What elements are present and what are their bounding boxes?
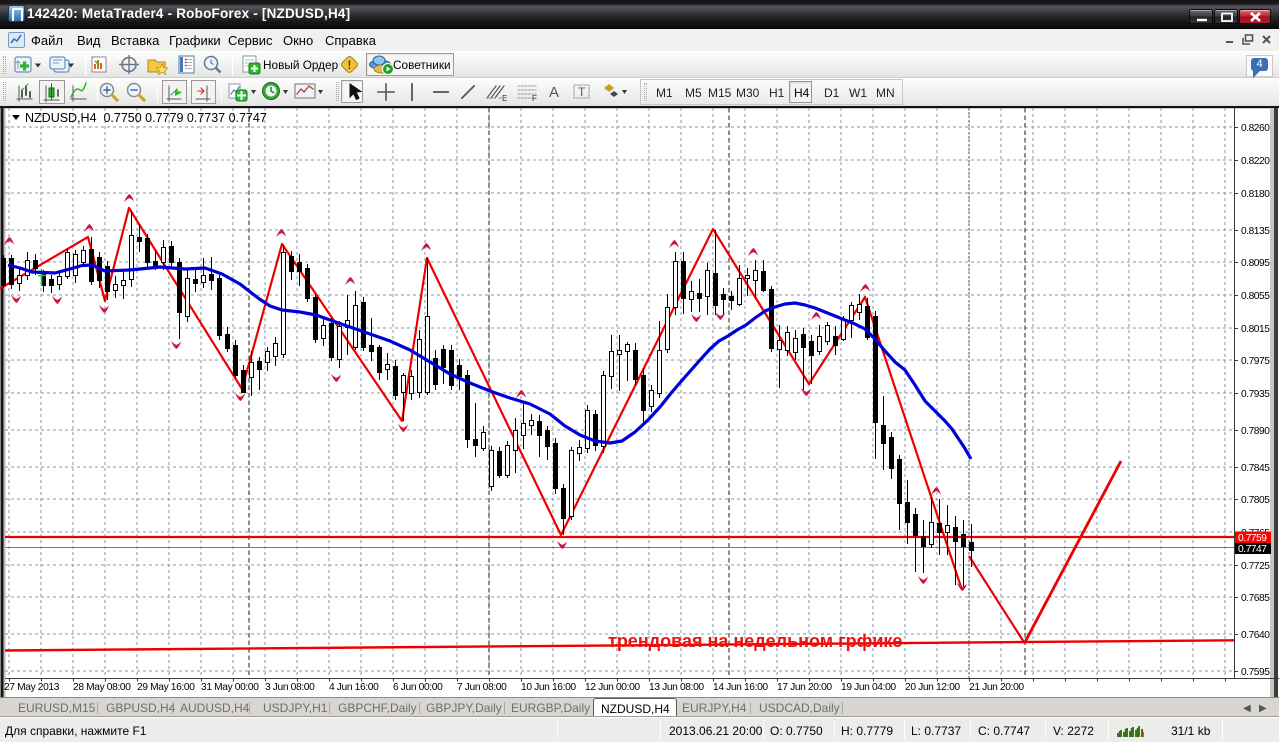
svg-text:0.8135: 0.8135	[1241, 226, 1270, 237]
svg-text:4 Jun 16:00: 4 Jun 16:00	[329, 682, 379, 693]
svg-text:0.7890: 0.7890	[1241, 426, 1270, 437]
svg-text:0.8095: 0.8095	[1241, 258, 1270, 269]
svg-text:T: T	[578, 85, 586, 99]
svg-text:0.8055: 0.8055	[1241, 291, 1270, 302]
svg-text:12 Jun 00:00: 12 Jun 00:00	[585, 682, 640, 693]
svg-text:0.7685: 0.7685	[1241, 593, 1270, 604]
svg-text:7 Jun 08:00: 7 Jun 08:00	[457, 682, 507, 693]
svg-text:!: !	[348, 60, 352, 72]
svg-text:0.7640: 0.7640	[1241, 630, 1270, 641]
svg-text:19 Jun 04:00: 19 Jun 04:00	[841, 682, 896, 693]
svg-text:NZDUSD,H4 0.7750 0.7779 0.773: NZDUSD,H4 0.7750 0.7779 0.7737 0.7747	[25, 111, 267, 125]
svg-text:0.8180: 0.8180	[1241, 189, 1270, 200]
svg-text:0.8220: 0.8220	[1241, 156, 1270, 167]
svg-text:0.8015: 0.8015	[1241, 324, 1270, 335]
svg-text:трендовая на недельном грфике: трендовая на недельном грфике	[608, 631, 902, 651]
svg-text:F: F	[532, 94, 537, 103]
svg-text:0.7805: 0.7805	[1241, 495, 1270, 506]
svg-text:E: E	[502, 94, 507, 103]
svg-text:31 May 00:00: 31 May 00:00	[201, 682, 259, 693]
svg-text:A: A	[549, 84, 559, 101]
svg-text:6 Jun 00:00: 6 Jun 00:00	[393, 682, 443, 693]
svg-text:0.7595: 0.7595	[1241, 667, 1270, 678]
svg-text:0.8260: 0.8260	[1241, 123, 1270, 134]
svg-text:3 Jun 08:00: 3 Jun 08:00	[265, 682, 315, 693]
svg-text:13 Jun 08:00: 13 Jun 08:00	[649, 682, 704, 693]
svg-text:0.7747: 0.7747	[1238, 544, 1267, 555]
svg-text:0.7725: 0.7725	[1241, 561, 1270, 572]
svg-text:27 May 2013: 27 May 2013	[4, 682, 60, 693]
svg-text:28 May 08:00: 28 May 08:00	[73, 682, 131, 693]
svg-text:17 Jun 20:00: 17 Jun 20:00	[777, 682, 832, 693]
svg-text:29 May 16:00: 29 May 16:00	[137, 682, 195, 693]
svg-text:21 Jun 20:00: 21 Jun 20:00	[969, 682, 1024, 693]
svg-text:14 Jun 16:00: 14 Jun 16:00	[713, 682, 768, 693]
svg-text:0.7975: 0.7975	[1241, 356, 1270, 367]
svg-text:0.7935: 0.7935	[1241, 389, 1270, 400]
svg-text:0.7759: 0.7759	[1238, 533, 1267, 544]
svg-text:20 Jun 12:00: 20 Jun 12:00	[905, 682, 960, 693]
svg-text:10 Jun 16:00: 10 Jun 16:00	[521, 682, 576, 693]
svg-text:0.7845: 0.7845	[1241, 463, 1270, 474]
